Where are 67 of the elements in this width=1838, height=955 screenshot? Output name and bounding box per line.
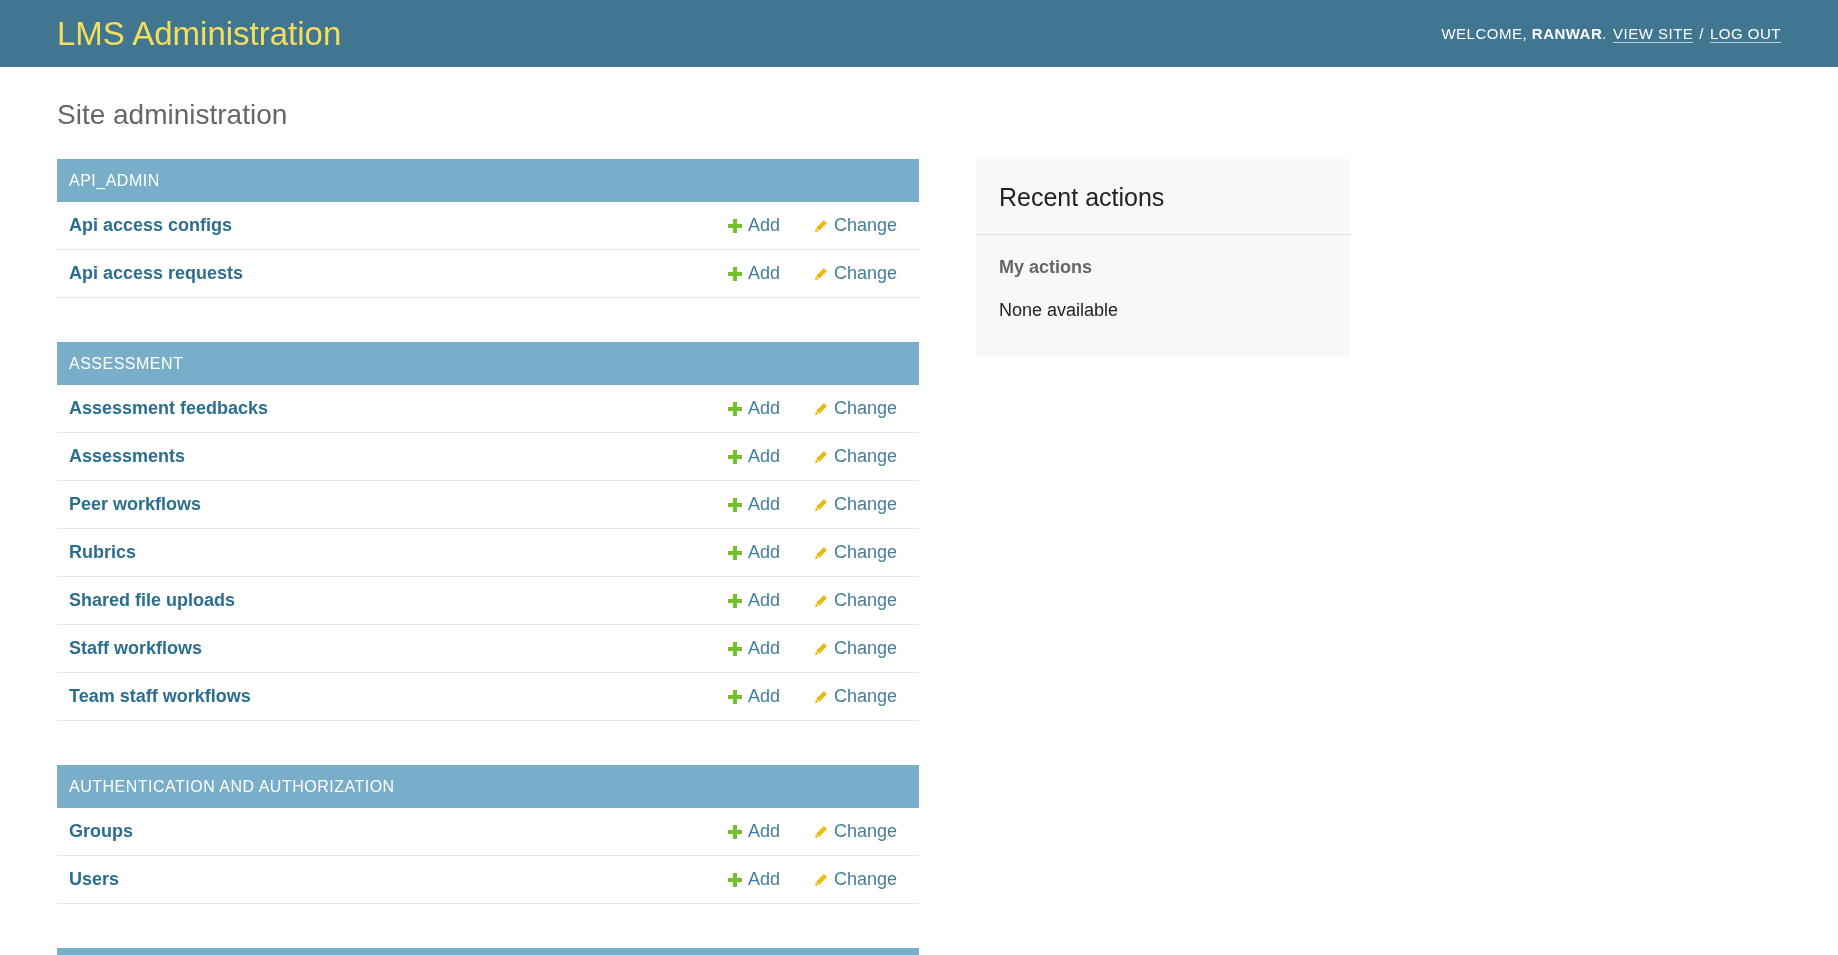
change-link[interactable]: Change bbox=[813, 869, 897, 890]
pencil-icon bbox=[813, 218, 828, 233]
add-link[interactable]: Add bbox=[727, 263, 780, 284]
log-out-link[interactable]: LOG OUT bbox=[1710, 24, 1781, 43]
change-link[interactable]: Change bbox=[813, 446, 897, 467]
model-link[interactable]: Api access configs bbox=[69, 215, 728, 236]
change-link[interactable]: Change bbox=[813, 821, 897, 842]
model-link[interactable]: Assessment feedbacks bbox=[69, 398, 728, 419]
model-link[interactable]: Assessments bbox=[69, 446, 728, 467]
pencil-icon bbox=[813, 497, 828, 512]
change-link[interactable]: Change bbox=[813, 686, 897, 707]
plus-icon bbox=[727, 872, 742, 887]
plus-icon bbox=[727, 593, 742, 608]
module-caption: AUTHENTICATION AND AUTHORIZATION bbox=[57, 765, 919, 808]
model-link[interactable]: Api access requests bbox=[69, 263, 728, 284]
model-link[interactable]: Peer workflows bbox=[69, 494, 728, 515]
pencil-icon bbox=[813, 641, 828, 656]
change-link[interactable]: Change bbox=[813, 590, 897, 611]
pencil-icon bbox=[813, 449, 828, 464]
add-link[interactable]: Add bbox=[727, 398, 780, 419]
change-link[interactable]: Change bbox=[813, 263, 897, 284]
model-link[interactable]: Rubrics bbox=[69, 542, 728, 563]
pencil-icon bbox=[813, 545, 828, 560]
plus-icon bbox=[727, 824, 742, 839]
add-link[interactable]: Add bbox=[727, 542, 780, 563]
add-link[interactable]: Add bbox=[727, 590, 780, 611]
welcome-text: WELCOME, RANWAR. bbox=[1441, 25, 1607, 42]
model-link[interactable]: Groups bbox=[69, 821, 728, 842]
add-link[interactable]: Add bbox=[727, 686, 780, 707]
model-link[interactable]: Team staff workflows bbox=[69, 686, 728, 707]
module-caption: ASSESSMENT bbox=[57, 342, 919, 385]
plus-icon bbox=[727, 545, 742, 560]
change-link[interactable]: Change bbox=[813, 542, 897, 563]
plus-icon bbox=[727, 401, 742, 416]
model-link[interactable]: Users bbox=[69, 869, 728, 890]
separator-text: / bbox=[1699, 25, 1704, 42]
plus-icon bbox=[727, 689, 742, 704]
plus-icon bbox=[727, 497, 742, 512]
site-brand: LMS Administration bbox=[57, 14, 342, 53]
plus-icon bbox=[727, 218, 742, 233]
add-link[interactable]: Add bbox=[727, 215, 780, 236]
change-link[interactable]: Change bbox=[813, 398, 897, 419]
pencil-icon bbox=[813, 593, 828, 608]
plus-icon bbox=[727, 449, 742, 464]
add-link[interactable]: Add bbox=[727, 821, 780, 842]
pencil-icon bbox=[813, 689, 828, 704]
add-link[interactable]: Add bbox=[727, 638, 780, 659]
model-link[interactable]: Staff workflows bbox=[69, 638, 728, 659]
add-link[interactable]: Add bbox=[727, 494, 780, 515]
change-link[interactable]: Change bbox=[813, 638, 897, 659]
empty-text: None available bbox=[999, 300, 1120, 321]
pencil-icon bbox=[813, 266, 828, 281]
module-caption: API_ADMIN bbox=[57, 159, 919, 202]
add-link[interactable]: Add bbox=[727, 869, 780, 890]
change-link[interactable]: Change bbox=[813, 494, 897, 515]
add-link[interactable]: Add bbox=[727, 446, 780, 467]
plus-icon bbox=[727, 266, 742, 281]
view-site-link[interactable]: VIEW SITE bbox=[1612, 24, 1694, 43]
panel-subtitle: My actions bbox=[999, 257, 1094, 278]
plus-icon bbox=[727, 641, 742, 656]
pencil-icon bbox=[813, 824, 828, 839]
pencil-icon bbox=[813, 872, 828, 887]
model-link[interactable]: Shared file uploads bbox=[69, 590, 728, 611]
page-title: Site administration bbox=[57, 98, 289, 132]
pencil-icon bbox=[813, 401, 828, 416]
panel-title: Recent actions bbox=[976, 159, 1350, 235]
change-link[interactable]: Change bbox=[813, 215, 897, 236]
